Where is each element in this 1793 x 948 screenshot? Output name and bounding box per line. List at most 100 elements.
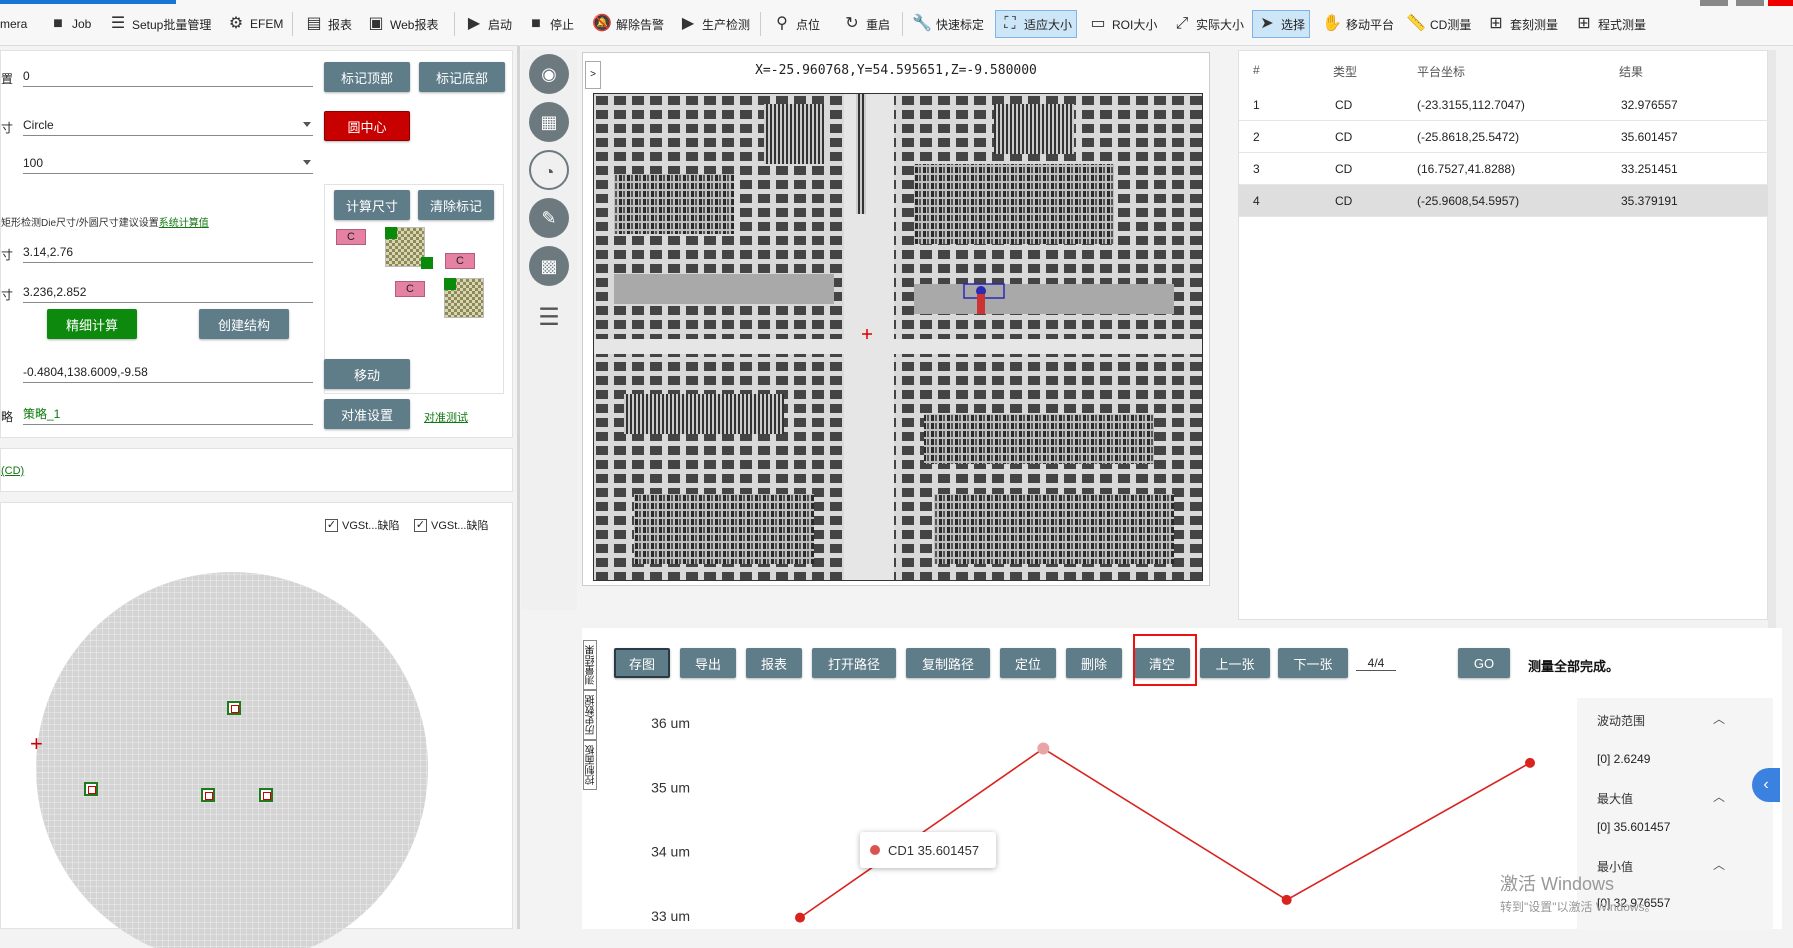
size-select[interactable]: 100 — [23, 154, 313, 174]
ruler-tool-icon[interactable]: ✎ — [529, 198, 569, 238]
position-input[interactable]: 0 — [23, 67, 313, 87]
toolbar-cd-measure[interactable]: 📏 CD测量 — [1406, 10, 1471, 38]
camera-icon[interactable]: ◉ — [529, 54, 569, 94]
clear-marks-button[interactable]: 清除标记 — [418, 190, 494, 220]
copy-path-button[interactable]: 复制路径 — [906, 648, 990, 678]
prev-image-button[interactable]: 上一张 — [1200, 648, 1270, 678]
save-image-button[interactable]: 存图 — [614, 648, 670, 678]
tab-measurement-result[interactable]: 测量结果 — [583, 640, 597, 690]
data-point[interactable] — [1525, 757, 1535, 768]
outer-size-input[interactable]: 3.236,2.852 — [23, 283, 313, 303]
toolbar-actual-size[interactable]: ⤢ 实际大小 — [1172, 10, 1244, 38]
measured-die-mark[interactable] — [84, 782, 98, 796]
toolbar-point[interactable]: ⚲ 点位 — [772, 10, 820, 38]
image-icon[interactable]: ▩ — [529, 246, 569, 286]
toolbar-recipe-measure[interactable]: ⊞ 程式测量 — [1574, 10, 1646, 38]
recipe-section: (CD) — [0, 448, 513, 492]
wafer-map[interactable] — [36, 568, 428, 948]
defect-filter-checkbox-1[interactable]: ✓ VGSt...缺陷 — [325, 517, 399, 533]
checkbox[interactable]: ✓ — [325, 518, 338, 532]
toolbar-camera[interactable]: mera — [0, 10, 27, 38]
toolbar-clear-alarm[interactable]: 🔕 解除告警 — [592, 10, 664, 38]
checkbox[interactable]: ✓ — [414, 518, 427, 532]
toolbar-web-report[interactable]: ▣ Web报表 — [366, 10, 438, 38]
chart-tooltip: CD1 35.601457 — [860, 832, 996, 868]
window-maximize-button[interactable] — [1736, 0, 1764, 6]
toolbar-overlay-measure[interactable]: ⊞ 套刻测量 — [1486, 10, 1558, 38]
toolbar-fit-size[interactable]: ⛶ 适应大小 — [995, 10, 1078, 38]
measured-die-mark[interactable] — [259, 788, 273, 802]
splitter[interactable] — [517, 46, 520, 929]
tab-history-data[interactable]: 历史数据 — [583, 690, 597, 740]
create-structure-button[interactable]: 创建结构 — [199, 309, 289, 339]
mark-top-button[interactable]: 标记顶部 — [324, 62, 410, 92]
export-button[interactable]: 导出 — [680, 648, 736, 678]
stop-icon: ■ — [531, 15, 541, 32]
die-size-input[interactable]: 3.14,2.76 — [23, 243, 313, 263]
measured-die-mark[interactable] — [227, 701, 241, 715]
table-row[interactable]: 1 CD (-23.3155,112.7047) 32.976557 — [1239, 89, 1769, 121]
data-point[interactable] — [795, 912, 805, 923]
delete-button[interactable]: 删除 — [1066, 648, 1122, 678]
cd-trend-chart[interactable]: 33 um 34 um 35 um 36 um — [600, 700, 1570, 929]
wafer-origin-cross: + — [30, 731, 43, 756]
calc-size-button[interactable]: 计算尺寸 — [334, 190, 410, 220]
page-indicator[interactable]: 4/4 — [1356, 656, 1396, 671]
toolbar-start[interactable]: ▶ 启动 — [464, 10, 512, 38]
align-setup-button[interactable]: 对准设置 — [324, 399, 410, 429]
image-view-panel: > X=-25.960768,Y=54.595651,Z=-9.580000 — [582, 52, 1210, 586]
shape-select[interactable]: Circle — [23, 116, 313, 136]
table-row[interactable]: 2 CD (-25.8618,25.5472) 35.601457 — [1239, 121, 1769, 153]
shape-select-value: Circle — [23, 118, 54, 132]
collapse-panel-button[interactable]: ‹ — [1752, 768, 1780, 802]
toolbar-roi-size[interactable]: ▭ ROI大小 — [1088, 10, 1157, 38]
defect-filter-checkbox-2[interactable]: ✓ VGSt...缺陷 — [414, 517, 488, 533]
tab-control-panel[interactable]: 控制面板 — [583, 740, 597, 790]
size-hint-text: 矩形检测Die尺寸/外圆尺寸建议设置系统计算值 — [1, 218, 209, 229]
windows-activation-watermark: 激活 Windows 转到"设置"以激活 Windows。 — [1500, 874, 1657, 914]
toolbar-production-inspect[interactable]: ▶ 生产检测 — [678, 10, 750, 38]
toolbar-efem[interactable]: ⚙ EFEM — [226, 10, 284, 38]
y-tick-label: 36 um — [651, 715, 690, 731]
toolbar-setup-batch[interactable]: ☰ Setup批量管理 — [108, 10, 212, 38]
wafer-partial-icon[interactable]: ◔ — [529, 150, 569, 190]
locate-button[interactable]: 定位 — [1000, 648, 1056, 678]
toolbar-report[interactable]: ▤ 报表 — [304, 10, 352, 38]
wrench-icon: 🔧 — [912, 15, 932, 32]
measured-die-mark[interactable] — [201, 788, 215, 802]
chevron-up-icon[interactable]: ︿ — [1713, 856, 1725, 873]
go-button[interactable]: GO — [1458, 648, 1510, 678]
align-test-link[interactable]: 对准测试 — [424, 409, 468, 425]
fine-calc-button[interactable]: 精细计算 — [47, 309, 137, 339]
toolbar-restart[interactable]: ↻ 重启 — [842, 10, 890, 38]
cd-section-link[interactable]: (CD) — [1, 465, 24, 477]
toolbar-stop[interactable]: ■ 停止 — [526, 10, 574, 38]
series-color-dot — [870, 845, 880, 855]
chevron-up-icon[interactable]: ︿ — [1713, 710, 1725, 727]
toolbar-separator — [454, 12, 455, 36]
toolbar-job[interactable]: ■ Job — [48, 10, 91, 38]
report-button[interactable]: 报表 — [746, 648, 802, 678]
window-minimize-button[interactable] — [1700, 0, 1728, 6]
task-list-icon[interactable]: ☰ — [529, 298, 569, 338]
toolbar-move-stage[interactable]: ✋ 移动平台 — [1322, 10, 1394, 38]
move-button[interactable]: 移动 — [324, 359, 410, 389]
chevron-up-icon[interactable]: ︿ — [1713, 788, 1725, 805]
table-row-selected[interactable]: 4 CD (-25.9608,54.5957) 35.379191 — [1239, 185, 1769, 217]
wafer-grid-icon[interactable]: ▦ — [529, 102, 569, 142]
circle-center-button[interactable]: 圆中心 — [324, 111, 410, 141]
data-point[interactable] — [1037, 742, 1050, 755]
toolbar-quick-calibrate[interactable]: 🔧 快速标定 — [912, 10, 984, 38]
system-calc-link[interactable]: 系统计算值 — [159, 218, 209, 229]
open-path-button[interactable]: 打开路径 — [812, 648, 896, 678]
mark-bottom-button[interactable]: 标记底部 — [419, 62, 505, 92]
checklist-icon: ☰ — [110, 15, 126, 32]
microscope-image[interactable] — [593, 93, 1203, 581]
data-point[interactable] — [1281, 894, 1292, 905]
table-row[interactable]: 3 CD (16.7527,41.8288) 33.251451 — [1239, 153, 1769, 185]
toolbar-select[interactable]: ➤ 选择 — [1252, 10, 1311, 38]
strategy-input[interactable]: 策略_1 — [23, 405, 313, 425]
window-close-button[interactable] — [1768, 0, 1793, 6]
stage-coord-input[interactable]: -0.4804,138.6009,-9.58 — [23, 363, 313, 383]
next-image-button[interactable]: 下一张 — [1278, 648, 1348, 678]
